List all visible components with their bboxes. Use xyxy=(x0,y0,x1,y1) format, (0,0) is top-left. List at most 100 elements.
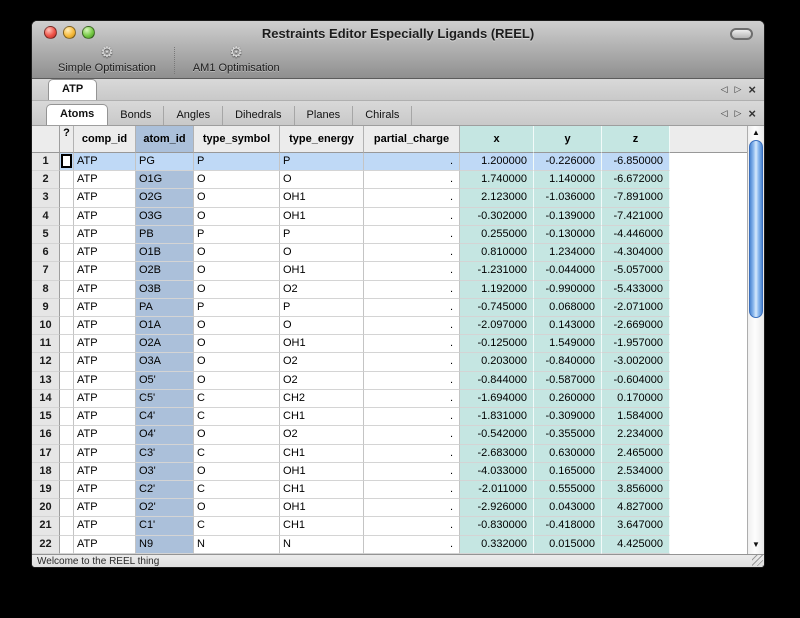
row-number-cell[interactable]: 5 xyxy=(32,226,60,244)
cell-type-symbol[interactable]: O xyxy=(194,244,280,262)
row-number-cell[interactable]: 2 xyxy=(32,171,60,189)
cell-type-energy[interactable]: P xyxy=(280,153,364,171)
row-number-cell[interactable]: 20 xyxy=(32,499,60,517)
cell-flag[interactable] xyxy=(60,171,74,189)
cell-atom-id[interactable]: O2A xyxy=(136,335,194,353)
cell-flag[interactable] xyxy=(60,426,74,444)
titlebar[interactable]: Restraints Editor Especially Ligands (RE… xyxy=(32,21,764,45)
cell-z[interactable]: 2.534000 xyxy=(602,463,670,481)
row-number-cell[interactable]: 11 xyxy=(32,335,60,353)
cell-partial-charge[interactable]: . xyxy=(364,481,460,499)
cell-partial-charge[interactable]: . xyxy=(364,445,460,463)
cell-type-symbol[interactable]: O xyxy=(194,281,280,299)
cell-y[interactable]: 0.260000 xyxy=(534,390,602,408)
row-number-cell[interactable]: 3 xyxy=(32,189,60,207)
cell-atom-id[interactable]: C5' xyxy=(136,390,194,408)
cell-y[interactable]: 1.140000 xyxy=(534,171,602,189)
cell-type-symbol[interactable]: N xyxy=(194,536,280,554)
cell-partial-charge[interactable]: . xyxy=(364,536,460,554)
cell-flag[interactable] xyxy=(60,244,74,262)
cell-flag[interactable] xyxy=(60,335,74,353)
toolbar-toggle-button[interactable] xyxy=(730,28,753,40)
cell-flag[interactable] xyxy=(60,445,74,463)
cell-x[interactable]: 0.255000 xyxy=(460,226,534,244)
cell-atom-id[interactable]: C2' xyxy=(136,481,194,499)
cell-atom-id[interactable]: O2' xyxy=(136,499,194,517)
cell-type-symbol[interactable]: O xyxy=(194,208,280,226)
cell-partial-charge[interactable]: . xyxy=(364,244,460,262)
scroll-up-icon[interactable]: ▲ xyxy=(748,128,764,138)
cell-atom-id[interactable]: O1B xyxy=(136,244,194,262)
row-number-cell[interactable]: 18 xyxy=(32,463,60,481)
tab-chirals[interactable]: Chirals xyxy=(353,106,412,125)
cell-x[interactable]: 1.192000 xyxy=(460,281,534,299)
cell-comp-id[interactable]: ATP xyxy=(74,463,136,481)
cell-partial-charge[interactable]: . xyxy=(364,281,460,299)
cell-atom-id[interactable]: O3' xyxy=(136,463,194,481)
cell-type-symbol[interactable]: O xyxy=(194,189,280,207)
cell-z[interactable]: -7.421000 xyxy=(602,208,670,226)
row-number-cell[interactable]: 10 xyxy=(32,317,60,335)
cell-y[interactable]: -0.587000 xyxy=(534,372,602,390)
cell-flag[interactable] xyxy=(60,353,74,371)
cell-z[interactable]: -0.604000 xyxy=(602,372,670,390)
cell-type-energy[interactable]: CH2 xyxy=(280,390,364,408)
cell-z[interactable]: 2.234000 xyxy=(602,426,670,444)
cell-type-symbol[interactable]: O xyxy=(194,335,280,353)
cell-flag[interactable] xyxy=(60,517,74,535)
vertical-scrollbar[interactable]: ▲ ▼ xyxy=(747,126,764,554)
cell-partial-charge[interactable]: . xyxy=(364,372,460,390)
cell-type-symbol[interactable]: O xyxy=(194,426,280,444)
cell-type-symbol[interactable]: O xyxy=(194,171,280,189)
am1-optimisation-button[interactable]: ⚙ AM1 Optimisation xyxy=(179,45,294,78)
column-header-z[interactable]: z xyxy=(602,126,670,153)
cell-comp-id[interactable]: ATP xyxy=(74,208,136,226)
cell-atom-id[interactable]: O3B xyxy=(136,281,194,299)
cell-flag[interactable] xyxy=(60,372,74,390)
column-header-x[interactable]: x xyxy=(460,126,534,153)
cell-type-symbol[interactable]: C xyxy=(194,481,280,499)
cell-x[interactable]: 1.740000 xyxy=(460,171,534,189)
cell-type-energy[interactable]: CH1 xyxy=(280,408,364,426)
cell-comp-id[interactable]: ATP xyxy=(74,517,136,535)
row-number-cell[interactable]: 6 xyxy=(32,244,60,262)
cell-comp-id[interactable]: ATP xyxy=(74,353,136,371)
cell-z[interactable]: -4.446000 xyxy=(602,226,670,244)
cell-atom-id[interactable]: PB xyxy=(136,226,194,244)
cell-y[interactable]: -0.418000 xyxy=(534,517,602,535)
cell-comp-id[interactable]: ATP xyxy=(74,226,136,244)
cell-z[interactable]: 4.827000 xyxy=(602,499,670,517)
cell-atom-id[interactable]: O2G xyxy=(136,189,194,207)
cell-type-symbol[interactable]: P xyxy=(194,299,280,317)
cell-partial-charge[interactable]: . xyxy=(364,408,460,426)
cell-x[interactable]: 0.203000 xyxy=(460,353,534,371)
column-header-atom-id[interactable]: atom_id xyxy=(136,126,194,153)
cell-type-symbol[interactable]: C xyxy=(194,408,280,426)
cell-partial-charge[interactable]: . xyxy=(364,262,460,280)
cell-flag[interactable] xyxy=(60,281,74,299)
row-number-cell[interactable]: 19 xyxy=(32,481,60,499)
cell-atom-id[interactable]: O5' xyxy=(136,372,194,390)
cell-partial-charge[interactable]: . xyxy=(364,517,460,535)
cell-flag[interactable] xyxy=(60,499,74,517)
cell-type-symbol[interactable]: P xyxy=(194,153,280,171)
row-number-cell[interactable]: 15 xyxy=(32,408,60,426)
cell-x[interactable]: 0.810000 xyxy=(460,244,534,262)
cell-comp-id[interactable]: ATP xyxy=(74,408,136,426)
row-number-cell[interactable]: 12 xyxy=(32,353,60,371)
cell-atom-id[interactable]: PA xyxy=(136,299,194,317)
tab-close-icon[interactable]: × xyxy=(748,108,756,119)
cell-type-energy[interactable]: OH1 xyxy=(280,499,364,517)
cell-z[interactable]: -2.669000 xyxy=(602,317,670,335)
tab-atp[interactable]: ATP xyxy=(48,79,97,100)
focused-cell-indicator[interactable] xyxy=(61,154,72,168)
cell-flag[interactable] xyxy=(60,226,74,244)
column-header-type-energy[interactable]: type_energy xyxy=(280,126,364,153)
cell-y[interactable]: -0.226000 xyxy=(534,153,602,171)
column-header-flag[interactable]: ? xyxy=(60,126,74,153)
row-number-cell[interactable]: 17 xyxy=(32,445,60,463)
cell-comp-id[interactable]: ATP xyxy=(74,426,136,444)
cell-atom-id[interactable]: C4' xyxy=(136,408,194,426)
cell-type-energy[interactable]: OH1 xyxy=(280,463,364,481)
row-number-cell[interactable]: 21 xyxy=(32,517,60,535)
